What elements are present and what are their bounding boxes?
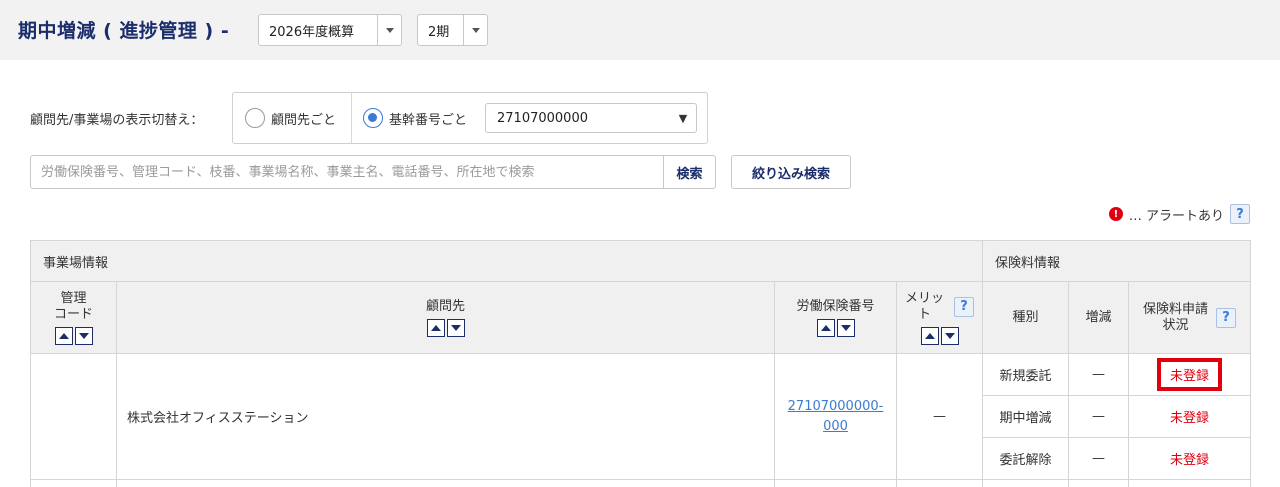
page-title: 期中増減 ( 進捗管理 ) -: [18, 20, 230, 42]
search-box: 検索: [30, 155, 716, 189]
sort-desc-icon[interactable]: [940, 326, 959, 345]
cell-change: —: [1069, 438, 1129, 480]
col-header-labor-ins-no: 労働保険番号: [775, 282, 897, 354]
search-input[interactable]: [31, 156, 663, 188]
cell-merit: —: [897, 354, 983, 480]
table-row: [775, 480, 897, 487]
cell-status: 未登録: [1129, 396, 1251, 438]
labor-ins-no-link[interactable]: 27107000000-: [788, 397, 884, 417]
sort-asc-icon[interactable]: [54, 326, 73, 345]
col-label: ト: [917, 306, 931, 322]
base-number-value: 27107000000: [497, 110, 588, 126]
search-button[interactable]: 検索: [663, 156, 715, 188]
cell-type: 新規委託: [983, 354, 1069, 396]
sort-desc-icon[interactable]: [836, 318, 855, 337]
base-number-select[interactable]: 27107000000 ▼: [485, 103, 697, 133]
group-header-premium: 保険料情報: [983, 241, 1251, 282]
help-icon[interactable]: ?: [954, 296, 974, 317]
cell-change: —: [1069, 354, 1129, 396]
table-row: [117, 480, 775, 487]
col-header-type: 種別: [983, 282, 1069, 354]
alert-icon: !: [1108, 207, 1123, 221]
progress-table: 事業場情報 保険料情報 管理 コード 顧問先 労働保険番号 メリッ ト ? 種別…: [30, 240, 1251, 487]
table-row: [31, 480, 117, 487]
chevron-down-icon: [377, 15, 401, 45]
col-label: コード: [53, 306, 93, 322]
radio-selected-icon[interactable]: [363, 108, 383, 128]
fiscal-year-select[interactable]: 2026年度概算: [258, 14, 402, 46]
col-header-status: 保険料申請 状況 ?: [1129, 282, 1251, 354]
sort-desc-icon[interactable]: [446, 318, 465, 337]
dropdown-triangle-icon: ▼: [678, 111, 688, 125]
col-label: メリッ: [904, 290, 944, 306]
col-label: 顧問先: [425, 298, 465, 314]
cell-labor-ins-no: 27107000000- 000: [775, 354, 897, 480]
alert-legend: ! … アラートあり ?: [1108, 204, 1250, 224]
col-label: 状況: [1162, 317, 1189, 333]
alert-legend-text: … アラートあり: [1128, 208, 1224, 224]
period-select[interactable]: 2期: [417, 14, 488, 46]
status-link[interactable]: 未登録: [1170, 407, 1209, 426]
page-header: 期中増減 ( 進捗管理 ) - 2026年度概算 2期: [0, 0, 1280, 60]
cell-status: 未登録: [1129, 438, 1251, 480]
col-label: 増減: [1085, 309, 1112, 325]
cell-status: 未登録: [1129, 354, 1251, 396]
table-row: [1129, 480, 1251, 487]
labor-ins-no-link-cont[interactable]: 000: [823, 417, 848, 437]
divider: [351, 93, 352, 143]
cell-type: 期中増減: [983, 396, 1069, 438]
status-link[interactable]: 未登録: [1170, 449, 1209, 468]
radio-base-number-label: 基幹番号ごと: [389, 112, 468, 128]
col-label: 種別: [1012, 309, 1039, 325]
cell-type: 委託解除: [983, 438, 1069, 480]
sort-asc-icon[interactable]: [426, 318, 445, 337]
col-label: 保険料申請: [1142, 301, 1208, 317]
table-row: [1069, 480, 1129, 487]
cell-client-name: 株式会社オフィスステーション: [117, 354, 775, 480]
col-header-change: 増減: [1069, 282, 1129, 354]
table-row: [897, 480, 983, 487]
col-header-client: 顧問先: [117, 282, 775, 354]
radio-base-number[interactable]: 基幹番号ごと: [363, 93, 467, 143]
col-header-merit: メリッ ト ?: [897, 282, 983, 354]
col-header-mgmt-code: 管理 コード: [31, 282, 117, 354]
filter-search-button[interactable]: 絞り込み検索: [731, 155, 851, 189]
display-switch-group: 顧問先ごと 基幹番号ごと 27107000000 ▼: [232, 92, 708, 144]
chevron-down-icon: [463, 15, 487, 45]
help-icon[interactable]: ?: [1230, 204, 1250, 224]
fiscal-year-value: 2026年度概算: [269, 24, 355, 40]
cell-mgmt-code: [31, 354, 117, 480]
col-label: 労働保険番号: [796, 298, 875, 314]
help-icon[interactable]: ?: [1216, 307, 1236, 328]
period-value: 2期: [428, 24, 450, 40]
group-header-office: 事業場情報: [31, 241, 983, 282]
radio-icon[interactable]: [245, 108, 265, 128]
table-row: [983, 480, 1069, 487]
radio-client[interactable]: 顧問先ごと: [245, 93, 336, 143]
sort-asc-icon[interactable]: [816, 318, 835, 337]
cell-change: —: [1069, 396, 1129, 438]
status-link[interactable]: 未登録: [1156, 358, 1222, 391]
sort-asc-icon[interactable]: [920, 326, 939, 345]
display-switch-label: 顧問先/事業場の表示切替え：: [30, 113, 204, 128]
sort-desc-icon[interactable]: [74, 326, 93, 345]
radio-client-label: 顧問先ごと: [271, 112, 337, 128]
col-label: 管理: [60, 290, 87, 306]
